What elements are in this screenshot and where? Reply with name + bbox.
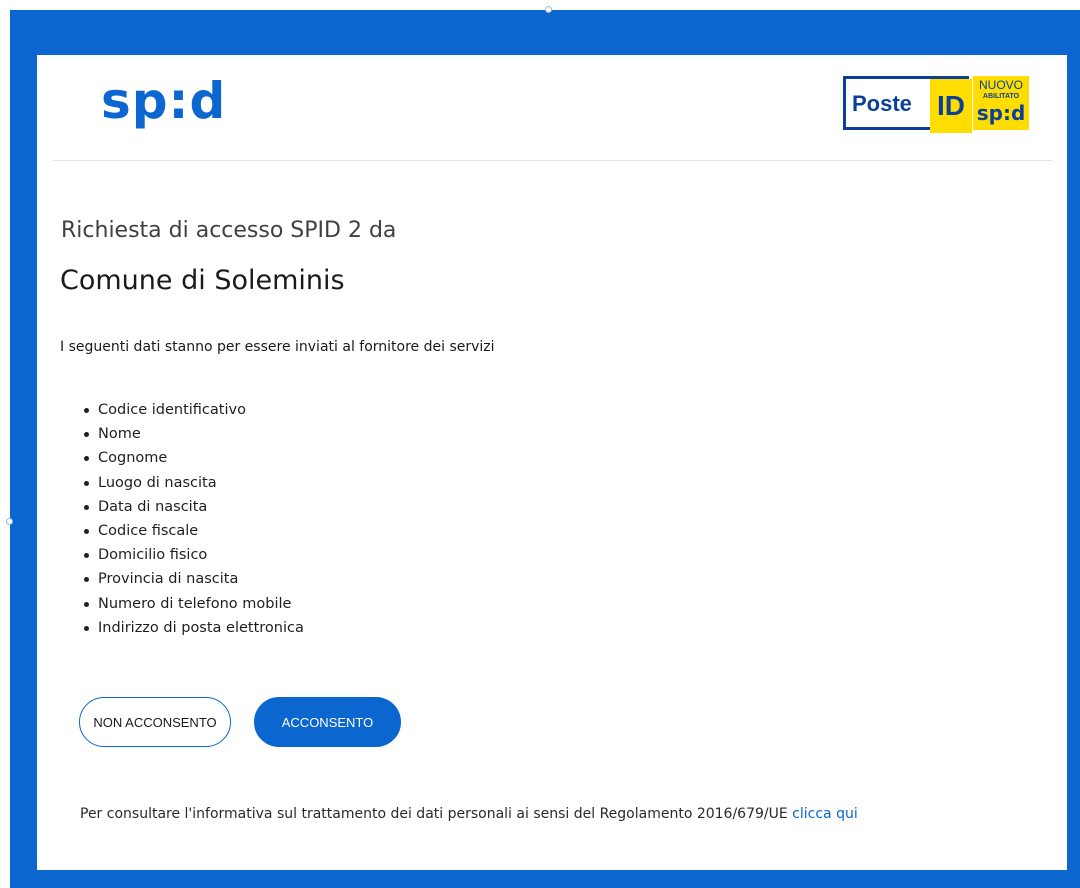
attribute-label: Luogo di nascita — [98, 474, 217, 491]
service-provider-name: Comune di Soleminis — [60, 265, 345, 296]
request-title: Richiesta di accesso SPID 2 da — [61, 218, 397, 243]
spid-logo: sp:d — [101, 72, 227, 130]
abilitato-badge-text: ABILITATO — [982, 93, 1020, 100]
intro-text: I seguenti dati stanno per essere inviat… — [60, 339, 495, 355]
poste-logo-id: ID — [930, 79, 972, 133]
attribute-label: Provincia di nascita — [98, 571, 239, 588]
list-item: Codice identificativo — [82, 398, 304, 422]
attribute-label: Codice identificativo — [98, 402, 246, 418]
nuovo-badge-text: NUOVO — [978, 78, 1023, 92]
attribute-label: Numero di telefono mobile — [98, 595, 292, 612]
bullet-icon — [84, 601, 89, 607]
attribute-label: Cognome — [98, 450, 168, 467]
attribute-label: Nome — [98, 426, 141, 443]
list-item: Nome — [82, 422, 304, 446]
attribute-label: Indirizzo di posta elettronica — [98, 619, 304, 636]
attribute-label: Domicilio fisico — [98, 547, 208, 564]
list-item: Luogo di nascita — [82, 471, 304, 495]
list-item: Data di nascita — [82, 495, 304, 519]
accept-consent-button[interactable]: ACCONSENTO — [254, 697, 401, 747]
bullet-icon — [84, 480, 89, 486]
mini-spid-logo: sp:d — [976, 101, 1026, 125]
list-item: Numero di telefono mobile — [82, 592, 304, 616]
bullet-icon — [84, 408, 89, 413]
bullet-icon — [84, 456, 89, 462]
privacy-notice: Per consultare l'informativa sul trattam… — [80, 806, 858, 822]
privacy-link[interactable]: clicca qui — [792, 806, 858, 822]
bullet-icon — [84, 553, 89, 559]
bullet-icon — [84, 577, 89, 583]
nuovo-badge: NUOVO ABILITATO sp:d — [973, 76, 1029, 130]
deny-consent-button[interactable]: NON ACCONSENTO — [79, 697, 231, 747]
poste-id-logo: Poste ID NUOVO ABILITATO sp:d — [843, 76, 1029, 133]
list-item: Codice fiscale — [82, 519, 304, 543]
list-item: Indirizzo di posta elettronica — [82, 616, 304, 640]
attribute-list: Codice identificativo Nome Cognome Luogo… — [82, 398, 304, 640]
frame-handle-top — [545, 6, 552, 13]
page-frame: sp:d Poste ID NUOVO ABILITATO sp:d Richi… — [6, 6, 1080, 888]
bullet-icon — [84, 625, 89, 631]
bullet-icon — [84, 432, 89, 438]
consent-card: sp:d Poste ID NUOVO ABILITATO sp:d Richi… — [37, 55, 1067, 870]
list-item: Cognome — [82, 446, 304, 470]
privacy-text: Per consultare l'informativa sul trattam… — [80, 806, 788, 822]
header: sp:d Poste ID NUOVO ABILITATO sp:d — [53, 55, 1053, 161]
frame-handle-left — [6, 518, 13, 525]
list-item: Domicilio fisico — [82, 543, 304, 567]
poste-logo-text: Poste — [852, 91, 912, 116]
attribute-label: Codice fiscale — [98, 522, 199, 539]
bullet-icon — [84, 504, 89, 510]
poste-logo-box: Poste ID — [843, 76, 972, 133]
bullet-icon — [84, 528, 89, 534]
attribute-label: Data di nascita — [98, 498, 208, 515]
list-item: Provincia di nascita — [82, 567, 304, 591]
